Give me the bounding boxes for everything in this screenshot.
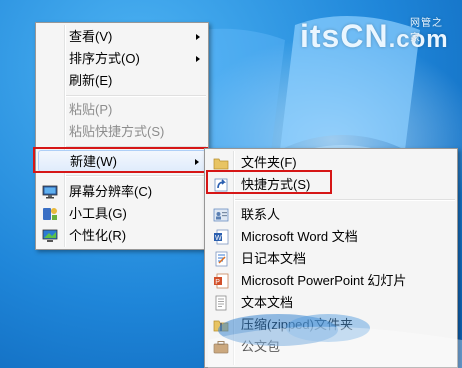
contact-icon — [213, 208, 229, 222]
menu-item-personalize[interactable]: 个性化(R) — [38, 225, 206, 247]
submenu-item-journal-document[interactable]: 日记本文档 — [207, 248, 455, 270]
submenu-item-contact[interactable]: 联系人 — [207, 204, 455, 226]
menu-item-paste: 粘贴(P) — [69, 102, 113, 117]
submenu-arrow-icon — [196, 56, 200, 62]
menu-separator — [66, 175, 206, 177]
gadgets-icon — [43, 208, 57, 220]
submenu-item-briefcase[interactable]: 公文包 — [207, 336, 455, 358]
shortcut-item-highlight-box — [206, 170, 332, 194]
menu-separator — [66, 95, 206, 97]
journal-icon — [215, 251, 228, 267]
svg-text:P: P — [215, 279, 220, 286]
site-watermark: itsCN.com 网管之家 — [300, 18, 449, 54]
new-item-highlight-box — [33, 147, 208, 173]
folder-icon — [213, 158, 229, 170]
svg-text:W: W — [215, 235, 222, 242]
submenu-item-text-document[interactable]: 文本文档 — [207, 292, 455, 314]
menu-item-screen-resolution[interactable]: 屏幕分辨率(C) — [38, 181, 206, 203]
monitor-icon — [42, 185, 58, 199]
powerpoint-icon: P — [214, 273, 229, 289]
zip-folder-icon — [213, 320, 229, 332]
menu-item-paste-shortcut: 粘贴快捷方式(S) — [69, 124, 165, 139]
menu-item-view[interactable]: 查看(V) — [38, 26, 206, 48]
submenu-item-zip-folder[interactable]: 压缩(zipped)文件夹 — [207, 314, 455, 336]
menu-item-sort-by[interactable]: 排序方式(O) — [38, 48, 206, 70]
menu-item-gadgets[interactable]: 小工具(G) — [38, 203, 206, 225]
text-doc-icon — [215, 295, 227, 311]
menu-item-refresh[interactable]: 刷新(E) — [38, 70, 206, 92]
submenu-item-word-document[interactable]: W Microsoft Word 文档 — [207, 226, 455, 248]
menu-separator — [235, 199, 455, 201]
submenu-item-powerpoint[interactable]: P Microsoft PowerPoint 幻灯片 — [207, 270, 455, 292]
desktop-context-menu: 查看(V) 排序方式(O) 刷新(E) 粘贴(P) 粘贴快捷方式(S) 新建(W… — [35, 22, 209, 250]
submenu-arrow-icon — [196, 34, 200, 40]
word-doc-icon: W — [214, 229, 229, 245]
personalize-icon — [42, 229, 58, 242]
briefcase-icon — [213, 341, 229, 354]
